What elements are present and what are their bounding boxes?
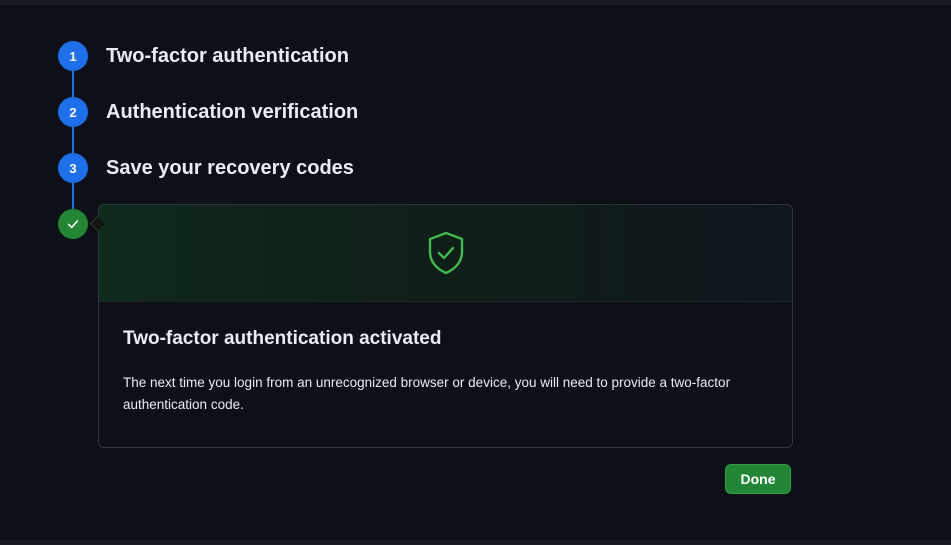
activation-card: Two-factor authentication activated The …	[98, 204, 793, 448]
stepper-line	[72, 60, 74, 220]
step-complete-badge	[58, 209, 88, 239]
top-border	[0, 0, 951, 5]
step-3-title: Save your recovery codes	[106, 157, 354, 179]
step-3-number: 3	[58, 153, 88, 183]
shield-check-icon	[428, 231, 463, 275]
step-1-number: 1	[58, 41, 88, 71]
step-2-number: 2	[58, 97, 88, 127]
step-2-title: Authentication verification	[106, 101, 359, 123]
card-body: Two-factor authentication activated The …	[99, 302, 792, 416]
done-button[interactable]: Done	[725, 464, 791, 494]
card-banner	[99, 205, 792, 302]
card-message: The next time you login from an unrecogn…	[123, 375, 731, 412]
card-title: Two-factor authentication activated	[123, 328, 442, 349]
bottom-border	[0, 540, 951, 545]
check-icon	[67, 220, 79, 229]
step-1-title: Two-factor authentication	[106, 45, 349, 67]
